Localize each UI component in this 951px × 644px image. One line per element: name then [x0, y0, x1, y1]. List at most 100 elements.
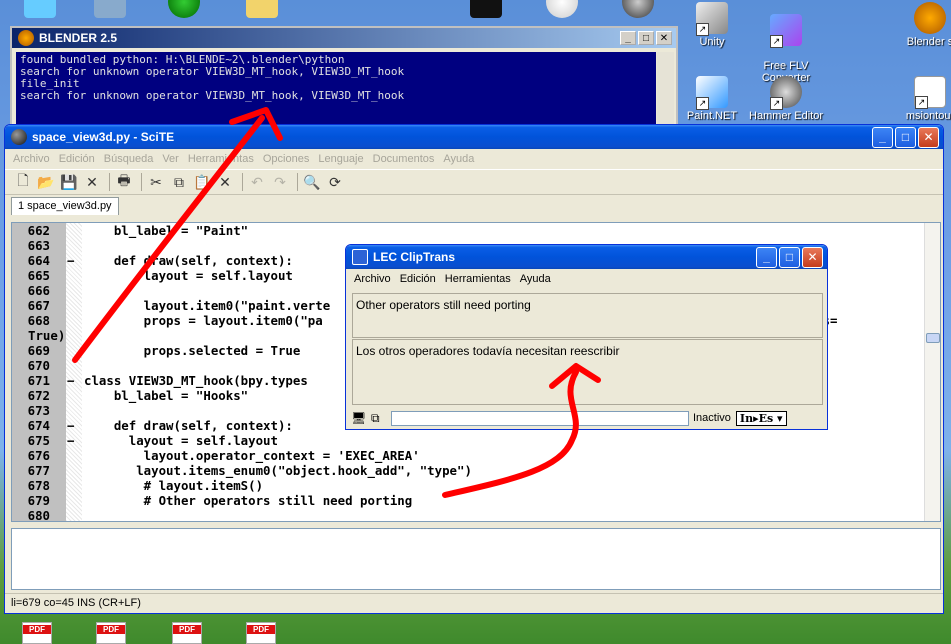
toolbar-separator — [141, 173, 142, 191]
tab-bar: 1 space_view3d.py — [5, 195, 943, 215]
fold-marker[interactable]: − — [67, 433, 77, 448]
menu-ayuda[interactable]: Ayuda — [520, 273, 551, 285]
input-field[interactable] — [391, 410, 689, 426]
cliptrans-menubar: Archivo Edición Herramientas Ayuda — [346, 269, 827, 289]
print-icon[interactable]: 🖶 — [114, 172, 134, 192]
desktop-icon-partial[interactable] — [446, 0, 526, 20]
fold-marker[interactable]: − — [67, 373, 77, 388]
console-line: search for unknown operator VIEW3D_MT_ho… — [20, 89, 405, 102]
language-select[interactable]: In▸Es ▾ — [735, 410, 787, 426]
monitor-icon[interactable]: 🖥 — [351, 411, 366, 425]
line-number: 680 — [27, 508, 50, 522]
atom-icon — [470, 0, 502, 18]
desktop-icon-paintnet[interactable]: Paint.NET — [672, 76, 752, 122]
code-text: bl_label = "Hooks" — [84, 388, 249, 403]
desktop-icon-msiontour[interactable]: msiontour — [890, 76, 951, 122]
desktop-icon-hammer[interactable]: Hammer Editor — [746, 76, 826, 122]
minimize-button[interactable]: _ — [872, 126, 893, 148]
code-text: layout.item0("paint.verte — [84, 298, 331, 313]
cut-icon[interactable]: ✂ — [146, 172, 166, 192]
pdf-file-icon[interactable]: PDF — [22, 622, 52, 644]
flv-converter-icon — [770, 14, 802, 48]
line-number: 672 — [27, 388, 50, 403]
copy-icon[interactable]: ⧉ — [169, 172, 189, 192]
delete-icon[interactable]: ✕ — [215, 172, 235, 192]
menu-edicion[interactable]: Edición — [400, 273, 436, 285]
close-file-icon[interactable]: ✕ — [82, 172, 102, 192]
maximize-button[interactable]: □ — [779, 246, 800, 268]
unity-icon — [696, 2, 728, 36]
code-text: def draw(self, context): — [84, 253, 293, 268]
desktop-icon-partial[interactable] — [70, 0, 150, 20]
line-number: 670 — [27, 358, 50, 373]
replace-icon[interactable]: ⟳ — [325, 172, 345, 192]
fold-marker[interactable]: − — [67, 418, 77, 433]
blender-console-window: BLENDER 2.5 _ □ ✕ found bundled python: … — [10, 26, 678, 136]
redo-icon[interactable]: ↷ — [270, 172, 290, 192]
pdf-file-icon[interactable]: PDF — [172, 622, 202, 644]
save-icon[interactable]: 💾 — [59, 172, 79, 192]
close-button[interactable]: ✕ — [918, 126, 939, 148]
tab-space-view3d[interactable]: 1 space_view3d.py — [11, 197, 119, 215]
blender-titlebar[interactable]: BLENDER 2.5 _ □ ✕ — [12, 28, 676, 48]
menu-lenguaje[interactable]: Lenguaje — [318, 153, 363, 165]
maximize-button[interactable]: □ — [638, 31, 654, 45]
pdf-file-icon[interactable]: PDF — [96, 622, 126, 644]
desktop-icon-label: msiontour — [905, 110, 951, 122]
find-icon[interactable]: 🔍 — [302, 172, 322, 192]
translation-pane[interactable]: Los otros operadores todavía necesitan r… — [352, 339, 823, 405]
paste-icon[interactable]: 📋 — [192, 172, 212, 192]
desktop-icon-partial[interactable] — [598, 0, 678, 20]
menu-archivo[interactable]: Archivo — [354, 273, 391, 285]
desktop-icon-free-flv[interactable]: Free FLV Converter — [746, 2, 826, 84]
menu-documentos[interactable]: Documentos — [373, 153, 435, 165]
minimize-button[interactable]: _ — [620, 31, 636, 45]
console-scrollbar[interactable] — [657, 52, 674, 134]
pdf-file-icon[interactable]: PDF — [246, 622, 276, 644]
menu-ver[interactable]: Ver — [162, 153, 179, 165]
desktop-icon-label: Blender s — [906, 36, 951, 48]
menu-archivo[interactable]: Archivo — [13, 153, 50, 165]
maximize-button[interactable]: □ — [895, 126, 916, 148]
desktop-icon-partial[interactable] — [522, 0, 602, 20]
cliptrans-titlebar[interactable]: LEC ClipTrans _ □ ✕ — [346, 245, 827, 269]
desktop-icon-unity[interactable]: Unity — [672, 2, 752, 48]
code-text: layout = self.layout — [84, 268, 293, 283]
close-button[interactable]: ✕ — [802, 246, 823, 268]
scite-titlebar[interactable]: space_view3d.py - SciTE _ □ ✕ — [5, 125, 943, 149]
scroll-thumb[interactable] — [926, 333, 940, 343]
menu-opciones[interactable]: Opciones — [263, 153, 309, 165]
line-number: 667 — [27, 298, 50, 313]
desktop-icon-label: Paint.NET — [686, 110, 738, 122]
code-text: # Other operators still need porting — [84, 493, 413, 508]
fold-marker[interactable]: − — [67, 253, 77, 268]
output-pane[interactable] — [11, 528, 941, 590]
code-line: 680 — [12, 508, 924, 522]
console-line: search for unknown operator VIEW3D_MT_ho… — [20, 65, 405, 78]
cliptrans-statusbar: 🖥 ⧉ Inactivo In▸Es ▾ — [351, 409, 822, 427]
close-button[interactable]: ✕ — [656, 31, 672, 45]
menu-busqueda[interactable]: Búsqueda — [104, 153, 154, 165]
editor-scrollbar[interactable] — [924, 223, 940, 521]
minimize-button[interactable]: _ — [756, 246, 777, 268]
undo-icon[interactable]: ↶ — [247, 172, 267, 192]
code-text: # layout.itemS() — [84, 478, 264, 493]
code-text: def draw(self, context): — [84, 418, 293, 433]
desktop-icon-blender[interactable]: Blender s — [890, 2, 951, 48]
menu-herramientas[interactable]: Herramientas — [445, 273, 511, 285]
menu-ayuda[interactable]: Ayuda — [443, 153, 474, 165]
new-file-icon[interactable]: 🗋 — [13, 172, 33, 192]
code-line: 678 # layout.itemS() — [12, 478, 924, 493]
code-text: layout.items_enum0("object.hook_add", "t… — [84, 463, 472, 478]
menu-edicion[interactable]: Edición — [59, 153, 95, 165]
line-number: 675 — [27, 433, 50, 448]
desktop-icon-partial[interactable] — [144, 0, 224, 20]
open-folder-icon[interactable]: 📂 — [36, 172, 56, 192]
desktop-icon-partial[interactable] — [0, 0, 80, 20]
scite-menubar: Archivo Edición Búsqueda Ver Herramienta… — [5, 149, 943, 169]
copy-icon[interactable]: ⧉ — [371, 411, 385, 425]
desktop-icon-partial[interactable] — [222, 0, 302, 20]
menu-herramientas[interactable]: Herramientas — [188, 153, 254, 165]
source-text-pane[interactable]: Other operators still need porting — [352, 293, 823, 338]
code-text: props.selected = True — [84, 343, 301, 358]
